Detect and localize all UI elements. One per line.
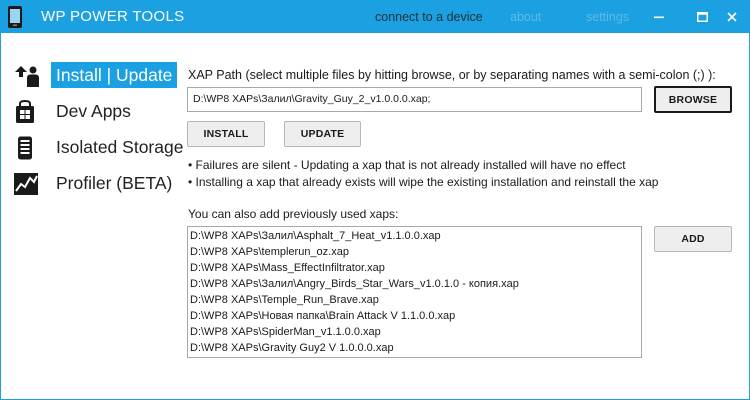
phone-storage-icon bbox=[13, 136, 41, 160]
list-item[interactable]: D:\WP8 XAPs\Gravity Guy2 V 1.0.0.0.xap bbox=[190, 340, 641, 356]
xap-path-label: XAP Path (select multiple files by hitti… bbox=[188, 68, 716, 82]
settings-link[interactable]: settings bbox=[586, 10, 629, 24]
list-item[interactable]: D:\WP8 XAPs\Залил\Angry_Birds_Star_Wars_… bbox=[190, 276, 641, 292]
install-button[interactable]: INSTALL bbox=[187, 121, 265, 147]
list-item[interactable]: D:\WP8 XAPs\Залил\Asphalt_7_Heat_v1.1.0.… bbox=[190, 228, 641, 244]
nav-item-label: Dev Apps bbox=[56, 101, 131, 121]
list-item[interactable]: D:\WP8 XAPs\Новая папка\Brain Attack V 1… bbox=[190, 308, 641, 324]
list-item[interactable]: D:\WP8 XAPs\SpiderMan_v1.1.0.0.xap bbox=[190, 324, 641, 340]
add-button[interactable]: ADD bbox=[654, 226, 732, 252]
nav-item-label: Isolated Storage bbox=[56, 137, 184, 157]
nav-item-profiler[interactable]: Profiler (BETA) bbox=[11, 170, 181, 198]
nav-item-install-update[interactable]: Install | Update bbox=[11, 62, 181, 90]
nav-item-label: Profiler (BETA) bbox=[56, 173, 173, 193]
nav-item-dev-apps[interactable]: Dev Apps bbox=[11, 98, 181, 126]
previous-xaps-label: You can also add previously used xaps: bbox=[188, 207, 399, 221]
close-icon bbox=[727, 12, 737, 22]
close-button[interactable] bbox=[717, 1, 747, 33]
app-title: WP POWER TOOLS bbox=[41, 8, 185, 25]
browse-button[interactable]: BROWSE bbox=[654, 86, 732, 113]
xap-path-input[interactable]: D:\WP8 XAPs\Залил\Gravity_Guy_2_v1.0.0.0… bbox=[187, 87, 642, 112]
windows-store-icon bbox=[13, 99, 41, 124]
nav-item-isolated-storage[interactable]: Isolated Storage bbox=[11, 134, 183, 162]
chart-line-icon bbox=[13, 172, 41, 196]
previous-xaps-list[interactable]: D:\WP8 XAPs\Залил\Asphalt_7_Heat_v1.1.0.… bbox=[187, 226, 642, 358]
list-item[interactable]: D:\WP8 XAPs\Mass_EffectInfiltrator.xap bbox=[190, 260, 641, 276]
update-button[interactable]: UPDATE bbox=[284, 121, 361, 147]
minimize-icon bbox=[654, 16, 664, 19]
maximize-icon bbox=[696, 12, 708, 22]
title-bar[interactable]: WP POWER TOOLS connect to a device about… bbox=[1, 1, 749, 33]
connect-link[interactable]: connect to a device bbox=[375, 10, 483, 24]
about-link[interactable]: about bbox=[510, 10, 541, 24]
list-item[interactable]: D:\WP8 XAPs\templerun_oz.xap bbox=[190, 244, 641, 260]
minimize-button[interactable] bbox=[644, 1, 674, 33]
list-item[interactable]: D:\WP8 XAPs\Temple_Run_Brave.xap bbox=[190, 292, 641, 308]
note-reinstall: • Installing a xap that already exists w… bbox=[188, 175, 659, 189]
note-failures-silent: • Failures are silent - Updating a xap t… bbox=[188, 158, 626, 172]
nav-item-label: Install | Update bbox=[51, 62, 178, 88]
phone-icon bbox=[7, 5, 23, 29]
install-update-icon bbox=[13, 64, 41, 88]
maximize-button[interactable] bbox=[687, 1, 717, 33]
app-window: WP POWER TOOLS connect to a device about… bbox=[0, 0, 750, 400]
